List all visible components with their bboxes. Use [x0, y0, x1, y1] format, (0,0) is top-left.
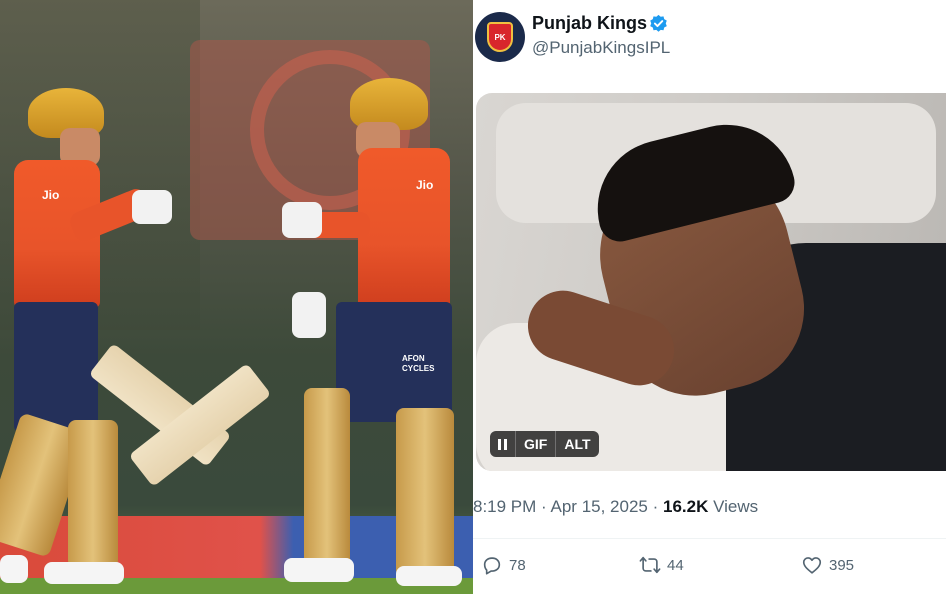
gif-badge: GIF [516, 431, 557, 457]
leg-pad [304, 388, 350, 568]
jersey-sponsor: Jio [42, 188, 60, 202]
pause-icon [498, 438, 507, 450]
repost-button[interactable]: 44 [639, 554, 684, 576]
trousers: AFON CYCLES [336, 302, 452, 422]
cricket-shoe [0, 555, 28, 583]
tweet-actions: 78 44 395 [473, 550, 946, 584]
like-button[interactable]: 395 [801, 554, 854, 576]
cricket-shoe [44, 562, 124, 584]
profile-avatar[interactable]: PK [475, 12, 525, 62]
tweet-media-gif[interactable]: GIF ALT [476, 93, 946, 471]
divider [473, 538, 946, 539]
repost-icon [639, 556, 661, 574]
tweet-meta: 8:19 PM · Apr 15, 2025 · 16.2K Views [473, 497, 758, 517]
meta-separator: · [652, 497, 659, 516]
reply-button[interactable]: 78 [481, 554, 526, 576]
like-count: 395 [829, 556, 855, 574]
jersey-sponsor: Jio [416, 178, 434, 192]
heart-icon [802, 557, 822, 574]
verified-badge-icon [650, 14, 667, 32]
meta-separator: · [541, 497, 547, 516]
user-handle[interactable]: @PunjabKingsIPL [532, 38, 670, 58]
views-label: Views [713, 497, 759, 516]
leg-pad [68, 420, 118, 568]
alt-text-button[interactable]: ALT [556, 431, 598, 457]
trousers [14, 302, 98, 432]
jersey: Jio [358, 148, 450, 308]
trouser-sponsor: AFON CYCLES [402, 354, 435, 373]
batting-glove [282, 202, 322, 238]
batting-glove [292, 292, 326, 338]
reply-count: 78 [509, 556, 526, 574]
batting-glove [132, 190, 172, 224]
tweet-time[interactable]: 8:19 PM [473, 497, 536, 516]
avatar-text: PK [494, 32, 506, 42]
team-crest-icon: PK [487, 22, 513, 52]
cricket-photo: Jio Jio AFON CYCLES [0, 0, 473, 594]
display-name[interactable]: Punjab Kings [532, 13, 647, 34]
media-controls: GIF ALT [490, 431, 599, 457]
reply-icon [483, 557, 501, 575]
views-count: 16.2K [663, 497, 709, 516]
pause-button[interactable] [490, 431, 516, 457]
leg-pad [396, 408, 454, 578]
repost-count: 44 [667, 556, 684, 574]
cricket-shoe [284, 558, 354, 582]
tweet-card: PK Punjab Kings @PunjabKingsIPL GIF ALT … [473, 0, 946, 594]
cricket-shoe [396, 566, 462, 586]
tweet-date[interactable]: Apr 15, 2025 [551, 497, 648, 516]
